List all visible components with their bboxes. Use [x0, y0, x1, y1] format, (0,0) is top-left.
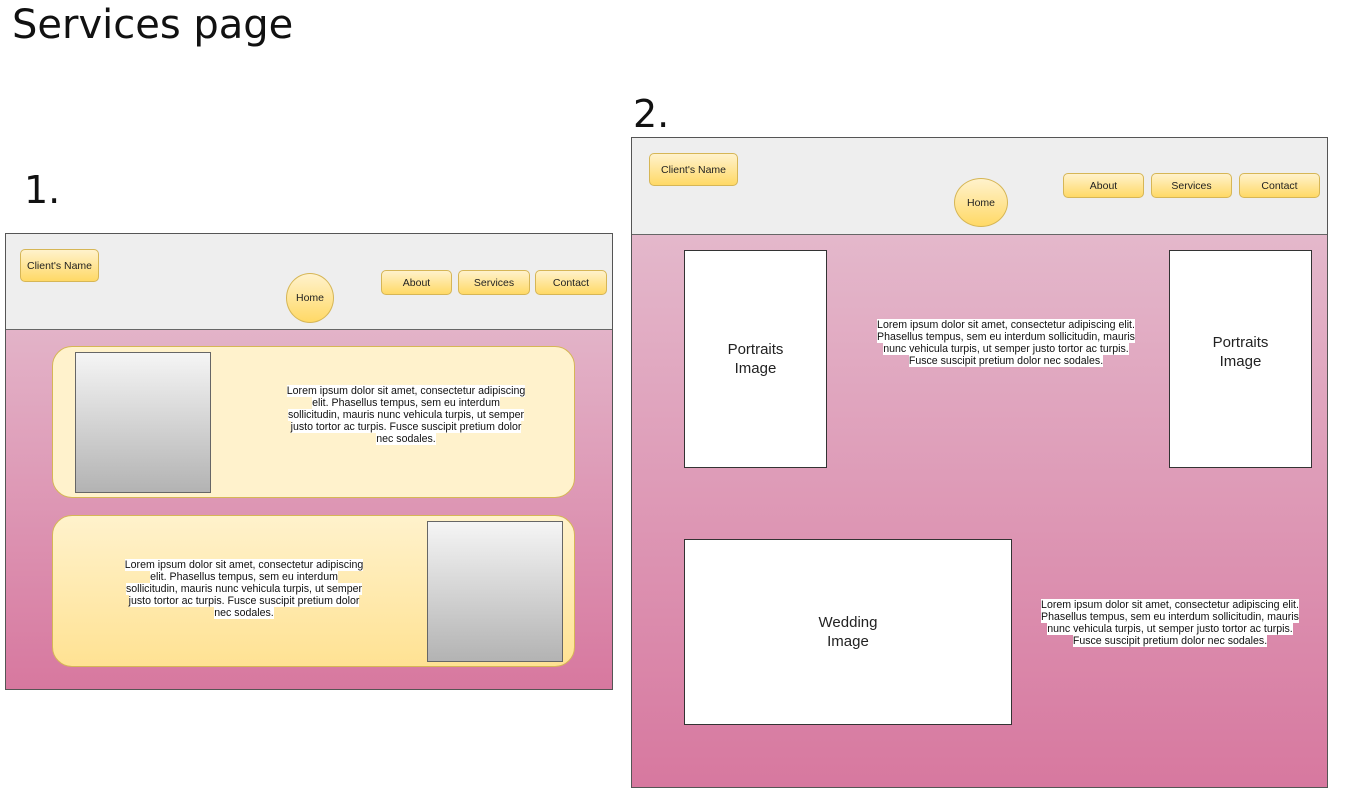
mockup-2-header: Client's Name Home About Services Contac…	[632, 138, 1327, 235]
services-button[interactable]: Services	[1151, 173, 1232, 198]
mockup-1-header: Client's Name Home About Services Contac…	[6, 234, 612, 330]
portraits-image-right: Portraits Image	[1169, 250, 1312, 468]
service-description: Lorem ipsum dolor sit amet, consectetur …	[124, 559, 364, 619]
mockup-2-number: 2.	[633, 92, 670, 136]
client-name-button[interactable]: Client's Name	[20, 249, 99, 282]
wedding-image: Wedding Image	[684, 539, 1012, 725]
service-card-2: Lorem ipsum dolor sit amet, consectetur …	[52, 515, 575, 667]
page-title: Services page	[12, 2, 294, 48]
service-card-1: Lorem ipsum dolor sit amet, consectetur …	[52, 346, 575, 498]
portraits-description: Lorem ipsum dolor sit amet, consectetur …	[877, 319, 1135, 367]
about-button[interactable]: About	[1063, 173, 1144, 198]
about-button[interactable]: About	[381, 270, 452, 295]
mockup-1-number: 1.	[24, 168, 61, 212]
contact-button[interactable]: Contact	[535, 270, 607, 295]
portraits-image-left: Portraits Image	[684, 250, 827, 468]
service-description: Lorem ipsum dolor sit amet, consectetur …	[286, 385, 526, 445]
home-button[interactable]: Home	[286, 273, 334, 323]
contact-button[interactable]: Contact	[1239, 173, 1320, 198]
mockup-2: Client's Name Home About Services Contac…	[631, 137, 1328, 788]
services-button[interactable]: Services	[458, 270, 530, 295]
wedding-description: Lorem ipsum dolor sit amet, consectetur …	[1041, 599, 1299, 647]
mockup-1: Client's Name Home About Services Contac…	[5, 233, 613, 690]
service-image-placeholder	[427, 521, 563, 662]
home-button[interactable]: Home	[954, 178, 1008, 227]
client-name-button[interactable]: Client's Name	[649, 153, 738, 186]
service-image-placeholder	[75, 352, 211, 493]
